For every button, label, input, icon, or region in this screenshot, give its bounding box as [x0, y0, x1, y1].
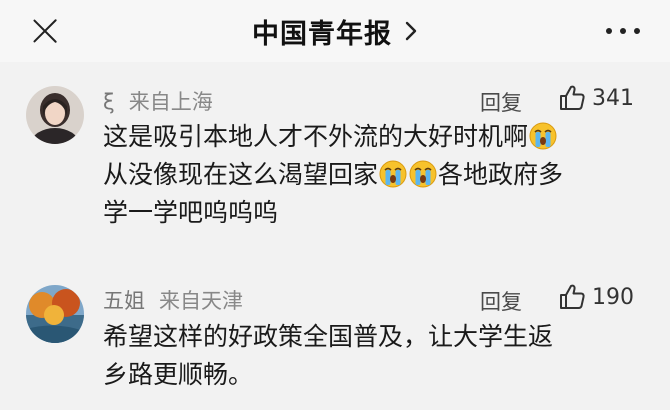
comment-meta: 五姐 来自天津: [103, 285, 243, 315]
comment-line: 从没像现在这么渴望回家 各地政府多: [103, 160, 564, 189]
location-label: 来自上海: [128, 90, 213, 114]
comment-line: 学一学吧呜呜呜: [103, 198, 279, 227]
page-title[interactable]: 中国青年报: [252, 12, 418, 51]
crying-face-icon: [409, 160, 437, 188]
reply-button[interactable]: 回复: [480, 87, 522, 117]
avatar-image: [26, 86, 84, 144]
avatar[interactable]: [26, 285, 84, 343]
commenter-name[interactable]: 五姐: [103, 289, 145, 313]
more-options-icon[interactable]: [606, 22, 640, 40]
crying-face-icon: [529, 122, 557, 150]
like-button[interactable]: 190: [558, 283, 634, 311]
close-icon[interactable]: [28, 14, 62, 48]
thumbs-up-icon: [558, 84, 586, 112]
chevron-right-icon: [405, 21, 417, 41]
location-label: 来自天津: [159, 289, 243, 313]
comment-line: 乡路更顺畅。: [103, 360, 254, 389]
comment-text: 希望这样的好政策全国普及，让大学生返 乡路更顺畅。: [103, 318, 648, 394]
like-count: 190: [592, 284, 634, 310]
crying-face-icon: [379, 160, 407, 188]
comment-line: 希望这样的好政策全国普及，让大学生返: [103, 322, 554, 351]
comment-text: 这是吸引本地人才不外流的大好时机啊 从没像现在这么渴望回家 各地政府多 学一学吧呜…: [103, 118, 648, 232]
top-navigation-bar: 中国青年报: [0, 0, 670, 62]
comment-meta: ξ 来自上海: [103, 86, 213, 116]
reply-button[interactable]: 回复: [480, 286, 522, 316]
thumbs-up-icon: [558, 283, 586, 311]
like-count: 341: [592, 85, 634, 111]
avatar[interactable]: [26, 86, 84, 144]
commenter-name[interactable]: ξ: [103, 90, 115, 114]
comment-line: 这是吸引本地人才不外流的大好时机啊: [103, 118, 648, 156]
page-title-text: 中国青年报: [252, 18, 392, 50]
avatar-image: [26, 285, 84, 343]
like-button[interactable]: 341: [558, 84, 634, 112]
